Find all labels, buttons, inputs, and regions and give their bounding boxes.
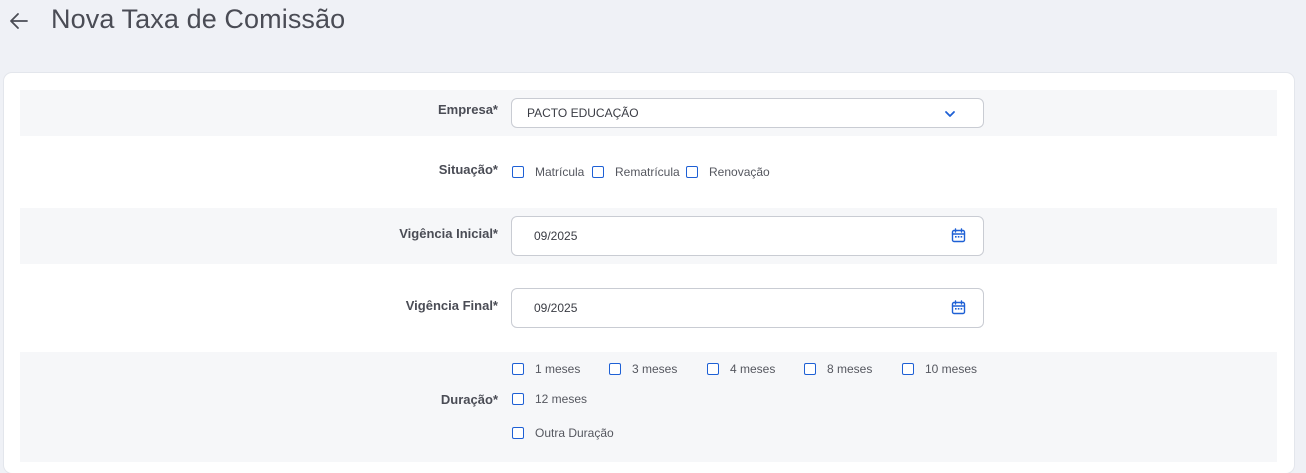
empresa-label: Empresa* — [438, 102, 498, 117]
checkbox-label: 10 meses — [925, 362, 978, 376]
checkbox-duracao-10[interactable]: 10 meses — [902, 362, 977, 376]
page-header: Nova Taxa de Comissão — [0, 0, 1306, 60]
chevron-down-icon — [945, 111, 955, 117]
duracao-label: Duração* — [440, 392, 498, 407]
checkbox-duracao-3[interactable]: 3 meses — [609, 362, 677, 376]
checkbox-duracao-12[interactable]: 12 meses — [512, 392, 587, 406]
vigencia-final-input[interactable]: 09/2025 — [511, 288, 984, 328]
checkbox-label: Rematrícula — [615, 165, 680, 179]
vigencia-inicial-row: Vigência Inicial* 09/2025 — [20, 208, 1277, 264]
checkbox-renovacao[interactable]: Renovação — [686, 165, 770, 179]
vigencia-inicial-value: 09/2025 — [534, 229, 578, 243]
vigencia-final-row: Vigência Final* 09/2025 — [20, 264, 1277, 352]
vigencia-inicial-input[interactable]: 09/2025 — [511, 216, 984, 256]
checkbox-label: Renovação — [709, 165, 770, 179]
checkbox-box[interactable] — [609, 363, 621, 375]
calendar-icon[interactable] — [951, 228, 966, 243]
checkbox-matricula[interactable]: Matrícula — [512, 165, 584, 179]
arrow-left-icon[interactable] — [8, 9, 30, 33]
checkbox-label: Outra Duração — [535, 426, 614, 440]
checkbox-box[interactable] — [804, 363, 816, 375]
checkbox-duracao-4[interactable]: 4 meses — [707, 362, 775, 376]
empresa-select[interactable]: PACTO EDUCAÇÃO — [511, 98, 984, 128]
checkbox-label: 12 meses — [535, 392, 588, 406]
checkbox-box[interactable] — [512, 427, 524, 439]
vigencia-final-label: Vigência Final* — [405, 298, 498, 313]
vigencia-inicial-label: Vigência Inicial* — [399, 226, 498, 241]
checkbox-label: 3 meses — [632, 362, 678, 376]
checkbox-box[interactable] — [902, 363, 914, 375]
page-title: Nova Taxa de Comissão — [51, 4, 346, 34]
checkbox-label: 4 meses — [730, 362, 776, 376]
checkbox-box[interactable] — [707, 363, 719, 375]
checkbox-outra-duracao[interactable]: Outra Duração — [512, 426, 614, 440]
situacao-row: Situação* Matrícula Rematrícula Renovaçã… — [20, 136, 1277, 208]
checkbox-box[interactable] — [512, 393, 524, 405]
vigencia-final-value: 09/2025 — [534, 301, 578, 315]
checkbox-duracao-8[interactable]: 8 meses — [804, 362, 872, 376]
empresa-value: PACTO EDUCAÇÃO — [527, 106, 639, 120]
checkbox-box[interactable] — [592, 166, 604, 178]
checkbox-box[interactable] — [512, 363, 524, 375]
checkbox-rematricula[interactable]: Rematrícula — [592, 165, 680, 179]
duracao-row: Duração* 1 meses 3 meses 4 meses 8 meses… — [20, 352, 1277, 462]
checkbox-label: Matrícula — [535, 165, 585, 179]
checkbox-label: 8 meses — [827, 362, 873, 376]
situacao-label: Situação* — [438, 162, 498, 177]
calendar-icon[interactable] — [951, 300, 966, 315]
empresa-row: Empresa* PACTO EDUCAÇÃO — [20, 90, 1277, 136]
checkbox-box[interactable] — [686, 166, 698, 178]
checkbox-label: 1 meses — [535, 362, 581, 376]
form-card: Empresa* PACTO EDUCAÇÃO Situação* Matríc… — [4, 73, 1294, 473]
checkbox-duracao-1[interactable]: 1 meses — [512, 362, 580, 376]
checkbox-box[interactable] — [512, 166, 524, 178]
